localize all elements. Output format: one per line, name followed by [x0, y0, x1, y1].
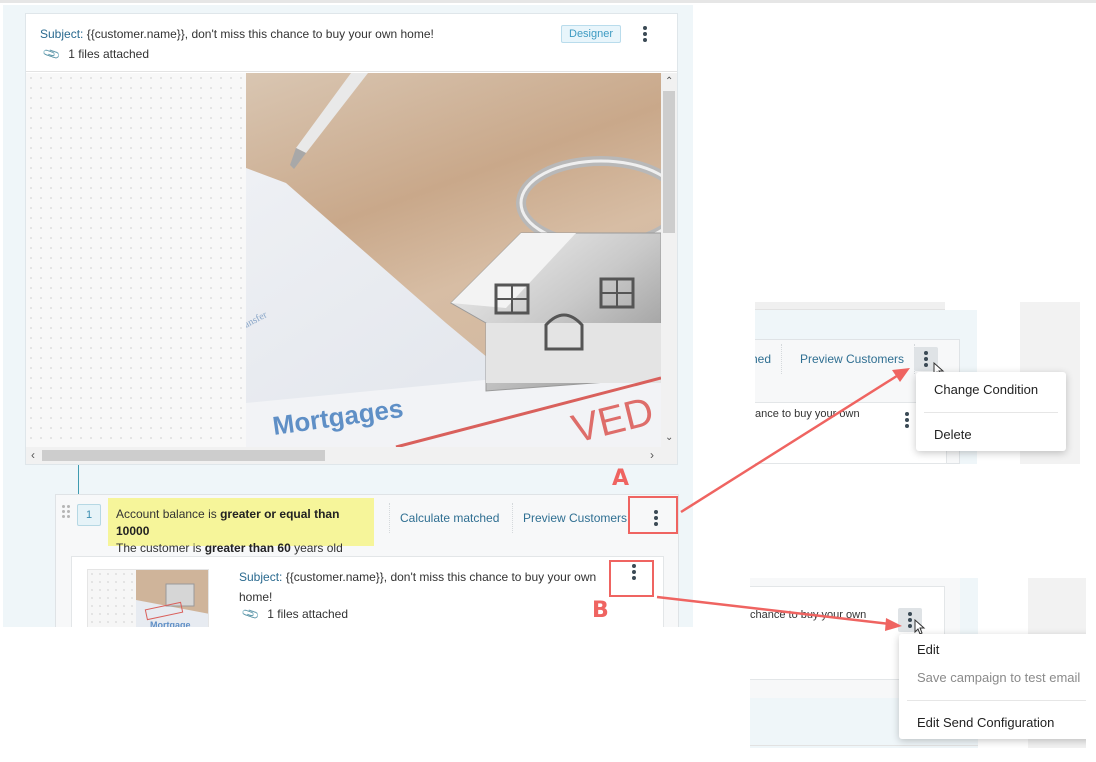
arrow-b-head	[885, 618, 902, 631]
arrow-b	[656, 595, 891, 626]
arrow-a	[680, 372, 901, 514]
annotation-arrows	[656, 368, 910, 631]
arrow-a-head	[892, 368, 910, 382]
